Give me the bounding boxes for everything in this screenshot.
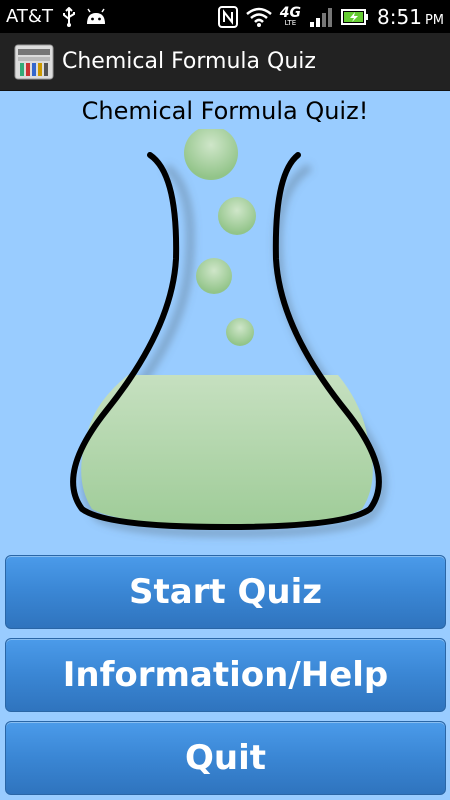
- information-help-button[interactable]: Information/Help: [5, 638, 446, 712]
- main-content: Chemical Formula Quiz! Start Quiz Inform…: [0, 91, 450, 800]
- bubble: [218, 197, 256, 235]
- network-type-icon: 4G LTE: [279, 5, 302, 27]
- quit-button[interactable]: Quit: [5, 721, 446, 795]
- flask-illustration: [70, 129, 387, 538]
- bubble: [184, 129, 238, 180]
- clock: 8:51 PM: [377, 4, 444, 29]
- signal-icon: [309, 7, 333, 27]
- flask-liquid: [81, 375, 373, 525]
- nfc-icon: [217, 5, 238, 28]
- usb-icon: [61, 6, 77, 27]
- action-bar-title: Chemical Formula Quiz: [62, 49, 316, 74]
- wifi-icon: [245, 7, 272, 27]
- bubble: [196, 258, 232, 294]
- action-bar: Chemical Formula Quiz: [0, 33, 450, 91]
- page-title: Chemical Formula Quiz!: [81, 97, 369, 125]
- bubble: [226, 318, 254, 346]
- start-quiz-button[interactable]: Start Quiz: [5, 555, 446, 629]
- app-icon: [14, 43, 54, 81]
- battery-charging-icon: [341, 8, 369, 26]
- status-bar: AT&T 4G LTE 8:51 PM: [0, 0, 450, 33]
- carrier-label: AT&T: [6, 6, 53, 27]
- android-icon: [85, 8, 107, 26]
